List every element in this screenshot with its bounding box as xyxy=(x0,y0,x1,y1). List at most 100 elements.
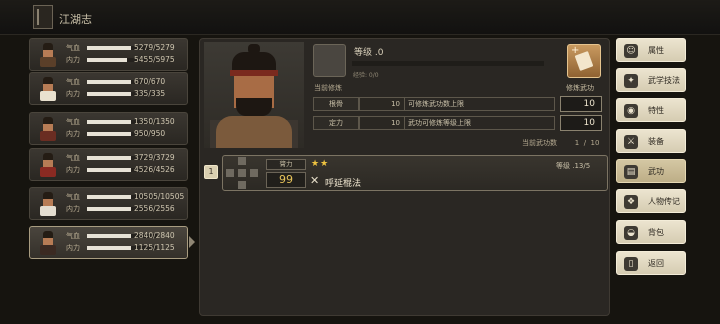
mp-bar-fill xyxy=(87,58,128,62)
mp-bar-fill xyxy=(87,246,131,250)
plus-icon: + xyxy=(571,45,580,56)
mp-bar-fill xyxy=(87,207,131,211)
menu-button-5[interactable]: ▤ 武功 xyxy=(616,159,686,183)
character-card[interactable]: 气血 3729/3729 内力 4526/4526 xyxy=(29,148,188,181)
attribute-number: 10 xyxy=(560,96,602,112)
attribute-value: 10 xyxy=(359,116,405,130)
selection-arrow-icon xyxy=(189,236,195,248)
mp-value: 5455/5975 xyxy=(134,55,175,64)
character-card[interactable]: 气血 670/670 内力 335/335 xyxy=(29,72,188,105)
bag-icon: ◒ xyxy=(624,226,638,240)
menu-label: 武学技法 xyxy=(648,76,680,85)
hp-value: 3729/3729 xyxy=(134,153,175,162)
character-card[interactable]: 气血 1350/1350 内力 950/950 xyxy=(29,112,188,145)
character-avatar xyxy=(37,43,59,67)
scroll-icon: ▤ xyxy=(624,165,638,179)
mp-value: 2556/2556 xyxy=(134,204,175,213)
hp-bar-fill xyxy=(87,80,131,84)
current-style-label: 当前修炼 xyxy=(314,84,342,92)
person-icon: ☺ xyxy=(624,44,638,58)
return-icon: ▯ xyxy=(624,257,638,271)
skill-index-badge: 1 xyxy=(204,165,218,179)
mp-label: 内力 xyxy=(66,130,80,138)
hp-value: 10505/10505 xyxy=(134,192,185,201)
mp-label: 内力 xyxy=(66,56,80,64)
character-avatar xyxy=(37,153,59,177)
menu-button-1[interactable]: ☺ 属性 xyxy=(616,38,686,62)
skill-count-label: 当前武功数 1 / 10 xyxy=(522,139,600,147)
attribute-name: 定力 xyxy=(313,116,359,130)
hp-bar-fill xyxy=(87,120,131,124)
skill-attribute-value: 99 xyxy=(266,172,306,188)
trait-icon: ◉ xyxy=(624,104,638,118)
sword-icon: ⚔ xyxy=(624,135,638,149)
menu-label: 背包 xyxy=(648,228,664,237)
mp-label: 内力 xyxy=(66,166,80,174)
attribute-name: 根骨 xyxy=(313,97,359,111)
skill-name: 呼延棍法 xyxy=(325,179,362,189)
header-bar: 江湖志 xyxy=(0,0,720,35)
menu-button-3[interactable]: ◉ 特性 xyxy=(616,98,686,122)
mp-bar-fill xyxy=(87,92,131,96)
hp-label: 气血 xyxy=(66,44,80,52)
menu-button-2[interactable]: ✦ 武学技法 xyxy=(616,68,686,92)
current-style-slot[interactable] xyxy=(313,44,346,77)
character-avatar xyxy=(37,192,59,216)
attribute-description: 可修炼武功数上限 xyxy=(405,97,555,111)
biography-icon: ❖ xyxy=(624,195,638,209)
character-avatar xyxy=(37,77,59,101)
attribute-row-focus: 定力 10 武功可修炼等级上限 10 xyxy=(313,115,602,131)
hp-label: 气血 xyxy=(66,232,80,240)
menu-label: 人物传记 xyxy=(648,197,680,206)
menu-label: 返回 xyxy=(648,259,664,268)
character-avatar xyxy=(37,231,59,255)
hp-label: 气血 xyxy=(66,118,80,126)
mp-bar-fill xyxy=(87,132,131,136)
mp-label: 内力 xyxy=(66,244,80,252)
menu-button-8[interactable]: ▯ 返回 xyxy=(616,251,686,275)
hp-value: 670/670 xyxy=(134,77,166,86)
hp-value: 2840/2840 xyxy=(134,231,175,240)
hp-bar-fill xyxy=(87,195,131,199)
book-icon[interactable] xyxy=(33,5,53,29)
hp-bar-fill xyxy=(87,46,131,50)
mp-value: 4526/4526 xyxy=(134,165,175,174)
hp-label: 气血 xyxy=(66,154,80,162)
mp-label: 内力 xyxy=(66,90,80,98)
hp-bar-fill xyxy=(87,156,131,160)
character-portrait xyxy=(204,42,304,148)
skill-stars: ★★ xyxy=(311,159,330,169)
attribute-value: 10 xyxy=(359,97,405,111)
crossed-staff-icon: ✕ xyxy=(310,174,320,187)
menu-button-6[interactable]: ❖ 人物传记 xyxy=(616,189,686,213)
hp-value: 1350/1350 xyxy=(134,117,175,126)
skill-attribute-label: 膂力 xyxy=(266,159,306,170)
character-card[interactable]: 气血 10505/10505 内力 2556/2556 xyxy=(29,187,188,220)
skill-grid-icon xyxy=(226,157,258,189)
attribute-number: 10 xyxy=(560,115,602,131)
page-title: 江湖志 xyxy=(59,13,92,26)
practice-button[interactable]: + xyxy=(567,44,601,78)
menu-label: 属性 xyxy=(648,46,664,55)
attribute-description: 武功可修炼等级上限 xyxy=(405,116,555,130)
character-card[interactable]: 气血 2840/2840 内力 1125/1125 xyxy=(29,226,188,259)
hp-value: 5279/5279 xyxy=(134,43,175,52)
menu-label: 特性 xyxy=(648,106,664,115)
menu-button-7[interactable]: ◒ 背包 xyxy=(616,220,686,244)
character-card[interactable]: 气血 5279/5279 内力 5455/5975 xyxy=(29,38,188,71)
mp-value: 950/950 xyxy=(134,129,166,138)
mp-value: 1125/1125 xyxy=(134,243,175,252)
hp-label: 气血 xyxy=(66,78,80,86)
practice-label: 修炼武功 xyxy=(566,84,594,92)
menu-label: 装备 xyxy=(648,137,664,146)
character-avatar xyxy=(37,117,59,141)
mp-bar-fill xyxy=(87,168,131,172)
menu-label: 武功 xyxy=(648,167,664,176)
exp-bar xyxy=(352,61,544,66)
hp-label: 气血 xyxy=(66,193,80,201)
martial-skills-icon: ✦ xyxy=(624,74,638,88)
menu-button-4[interactable]: ⚔ 装备 xyxy=(616,129,686,153)
hp-bar-fill xyxy=(87,234,131,238)
skill-level: 等级 .13/5 xyxy=(556,162,591,170)
level-label: 等级 .0 xyxy=(354,48,384,58)
